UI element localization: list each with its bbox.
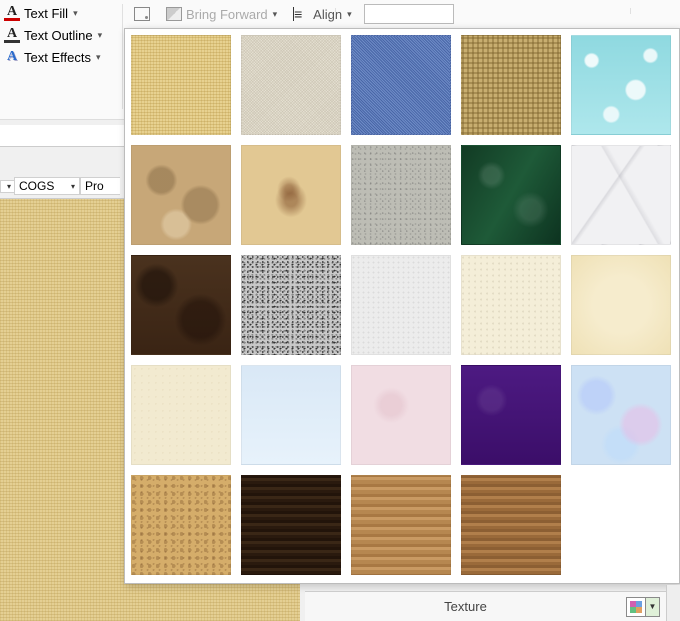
texture-swatch-blue-tissue[interactable]	[241, 365, 341, 465]
texture-picker-button[interactable]	[626, 597, 646, 617]
texture-swatch-oak[interactable]	[351, 475, 451, 575]
texture-swatch-icon	[630, 601, 642, 613]
texture-swatch-recycled-paper[interactable]	[461, 255, 561, 355]
right-scroll-gutter	[666, 585, 680, 621]
picture-icon	[134, 7, 150, 21]
col-pro-fragment[interactable]: Pro	[80, 177, 120, 195]
ribbon-right-group: Bring Forward ▾ Align ▾	[130, 4, 454, 24]
texture-swatch-water-droplets[interactable]	[571, 35, 671, 135]
col-pro-label: Pro	[85, 179, 104, 193]
texture-swatch-green-marble[interactable]	[461, 145, 561, 245]
text-fill-button[interactable]: A Text Fill ▾	[0, 2, 120, 24]
texture-bottom-bar: Texture ▼	[305, 591, 666, 621]
bring-forward-label: Bring Forward	[186, 7, 268, 22]
text-outline-button[interactable]: A Text Outline ▾	[0, 24, 120, 46]
chevron-down-icon: ▾	[96, 52, 101, 63]
text-outline-label: Text Outline	[24, 28, 93, 43]
text-fill-label: Text Fill	[24, 6, 68, 21]
text-tools-group: A Text Fill ▾ A Text Outline ▾ A Text Ef…	[0, 2, 120, 68]
texture-swatch-denim[interactable]	[351, 35, 451, 135]
texture-swatch-stationery[interactable]	[131, 365, 231, 465]
texture-swatch-newsprint[interactable]	[351, 255, 451, 355]
chevron-down-icon: ▾	[347, 9, 352, 20]
col-filter-fragment[interactable]: ▾	[0, 180, 14, 193]
col-cogs[interactable]: COGS ▾	[14, 177, 80, 195]
chevron-down-icon: ▾	[71, 182, 75, 191]
align-button[interactable]: Align ▾	[289, 5, 355, 24]
texture-picker-dropdown[interactable]: ▼	[646, 597, 660, 617]
separator	[122, 4, 123, 109]
text-outline-icon: A	[4, 27, 20, 43]
texture-picker-panel	[124, 28, 680, 584]
chevron-down-icon: ▾	[7, 182, 11, 191]
texture-swatch-brown-marble[interactable]	[131, 255, 231, 355]
texture-swatch-granite[interactable]	[241, 255, 341, 355]
bring-forward-icon	[166, 7, 182, 21]
col-cogs-label: COGS	[19, 179, 54, 193]
texture-swatch-grid	[131, 35, 673, 575]
texture-swatch-canvas[interactable]	[241, 35, 341, 135]
bring-forward-button[interactable]: Bring Forward ▾	[162, 5, 281, 24]
text-effects-button[interactable]: A Text Effects ▾	[0, 46, 120, 68]
texture-swatch-parchment[interactable]	[571, 255, 671, 355]
texture-swatch-pink-tissue[interactable]	[351, 365, 451, 465]
texture-swatch-walnut[interactable]	[241, 475, 341, 575]
texture-swatch-paper-bag[interactable]	[131, 145, 231, 245]
chevron-down-icon: ▾	[98, 30, 103, 41]
texture-swatch-woven-mat[interactable]	[461, 35, 561, 135]
column-headers: ▾ COGS ▾ Pro	[0, 176, 120, 196]
texture-swatch-purple-mesh[interactable]	[461, 365, 561, 465]
align-icon	[293, 7, 309, 21]
text-effects-label: Text Effects	[24, 50, 91, 65]
align-label: Align	[313, 7, 342, 22]
texture-swatch-medium-wood[interactable]	[461, 475, 561, 575]
separator	[630, 8, 631, 14]
texture-label: Texture	[305, 599, 626, 614]
texture-swatch-white-marble[interactable]	[571, 145, 671, 245]
separator	[335, 8, 336, 14]
texture-swatch-sand[interactable]	[351, 145, 451, 245]
text-effects-icon: A	[4, 49, 20, 65]
chevron-down-icon: ▾	[273, 9, 278, 20]
text-fill-icon: A	[4, 5, 20, 21]
picture-placeholder-button[interactable]	[130, 5, 154, 23]
texture-swatch-bouquet[interactable]	[571, 365, 671, 465]
texture-swatch-cork[interactable]	[131, 475, 231, 575]
chevron-down-icon: ▾	[73, 8, 78, 19]
texture-swatch-papyrus[interactable]	[131, 35, 231, 135]
size-combo[interactable]	[364, 4, 454, 24]
texture-swatch-fish-fossil[interactable]	[241, 145, 341, 245]
